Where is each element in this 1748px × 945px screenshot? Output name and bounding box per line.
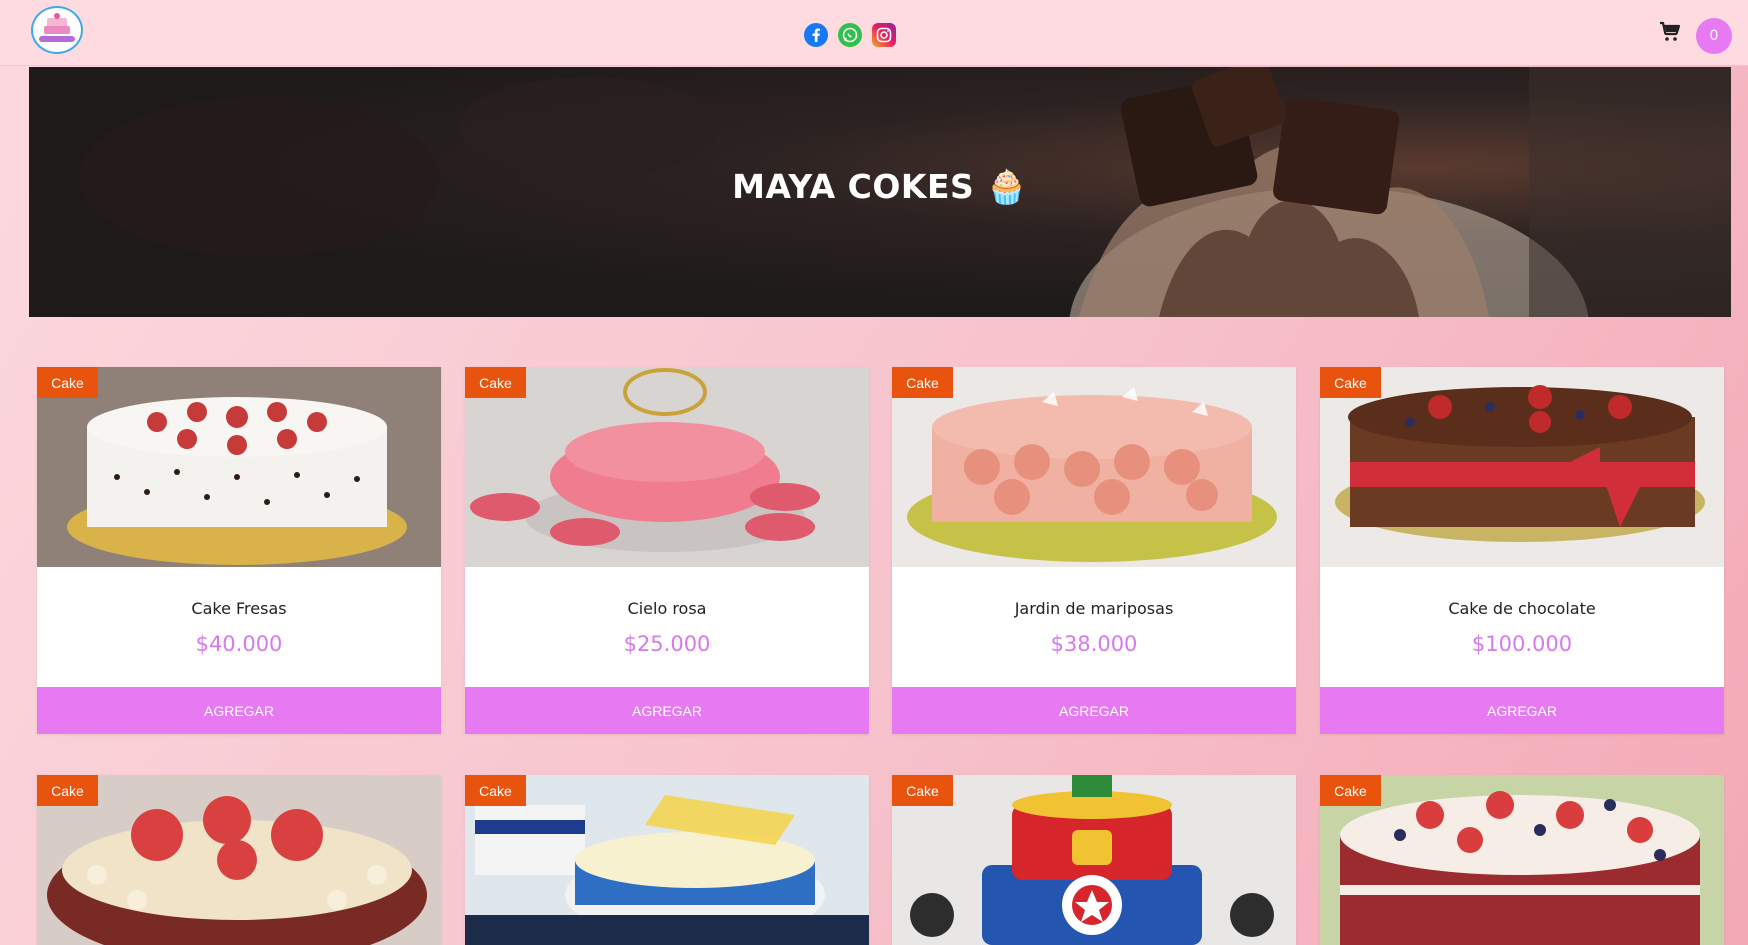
- product-price: $100.000: [1471, 632, 1573, 656]
- product-card: Cake: [465, 775, 869, 945]
- add-to-cart-button[interactable]: AGREGAR: [892, 687, 1296, 734]
- product-name: Jardin de mariposas: [1014, 599, 1174, 618]
- brand-logo[interactable]: [31, 6, 83, 54]
- cart-count-badge[interactable]: 0: [1696, 18, 1732, 54]
- site-header: 0: [0, 0, 1748, 66]
- product-card: Cake Cielo rosa $25.000 AGREGAR: [465, 367, 869, 734]
- hero-title: MAYA COKES 🧁: [732, 167, 1028, 206]
- category-tag: Cake: [1320, 367, 1381, 398]
- category-tag: Cake: [1320, 775, 1381, 806]
- product-price: $38.000: [1050, 632, 1138, 656]
- product-card: Cake: [1320, 775, 1724, 945]
- add-to-cart-button[interactable]: AGREGAR: [1320, 687, 1724, 734]
- product-card: Cake: [37, 775, 441, 945]
- category-tag: Cake: [37, 775, 98, 806]
- product-card: Cake Cake de chocolate $100.000 AGREGAR: [1320, 367, 1724, 734]
- product-price: $40.000: [195, 632, 283, 656]
- category-tag: Cake: [465, 775, 526, 806]
- product-price: $25.000: [623, 632, 711, 656]
- product-name: Cake Fresas: [191, 599, 287, 618]
- category-tag: Cake: [37, 367, 98, 398]
- hero-banner: MAYA COKES 🧁: [29, 67, 1731, 317]
- product-name: Cake de chocolate: [1448, 599, 1596, 618]
- cart-icon[interactable]: [1658, 20, 1682, 44]
- add-to-cart-button[interactable]: AGREGAR: [37, 687, 441, 734]
- category-tag: Cake: [465, 367, 526, 398]
- product-name: Cielo rosa: [627, 599, 707, 618]
- instagram-icon[interactable]: [872, 23, 896, 47]
- facebook-icon[interactable]: [804, 23, 828, 47]
- whatsapp-icon[interactable]: [838, 23, 862, 47]
- product-card: Cake Cake Fresas $40.000 AGREGAR: [37, 367, 441, 734]
- add-to-cart-button[interactable]: AGREGAR: [465, 687, 869, 734]
- product-card: Cake Jardin de mariposas $38.000 AGREGAR: [892, 367, 1296, 734]
- category-tag: Cake: [892, 367, 953, 398]
- product-card: Cake: [892, 775, 1296, 945]
- category-tag: Cake: [892, 775, 953, 806]
